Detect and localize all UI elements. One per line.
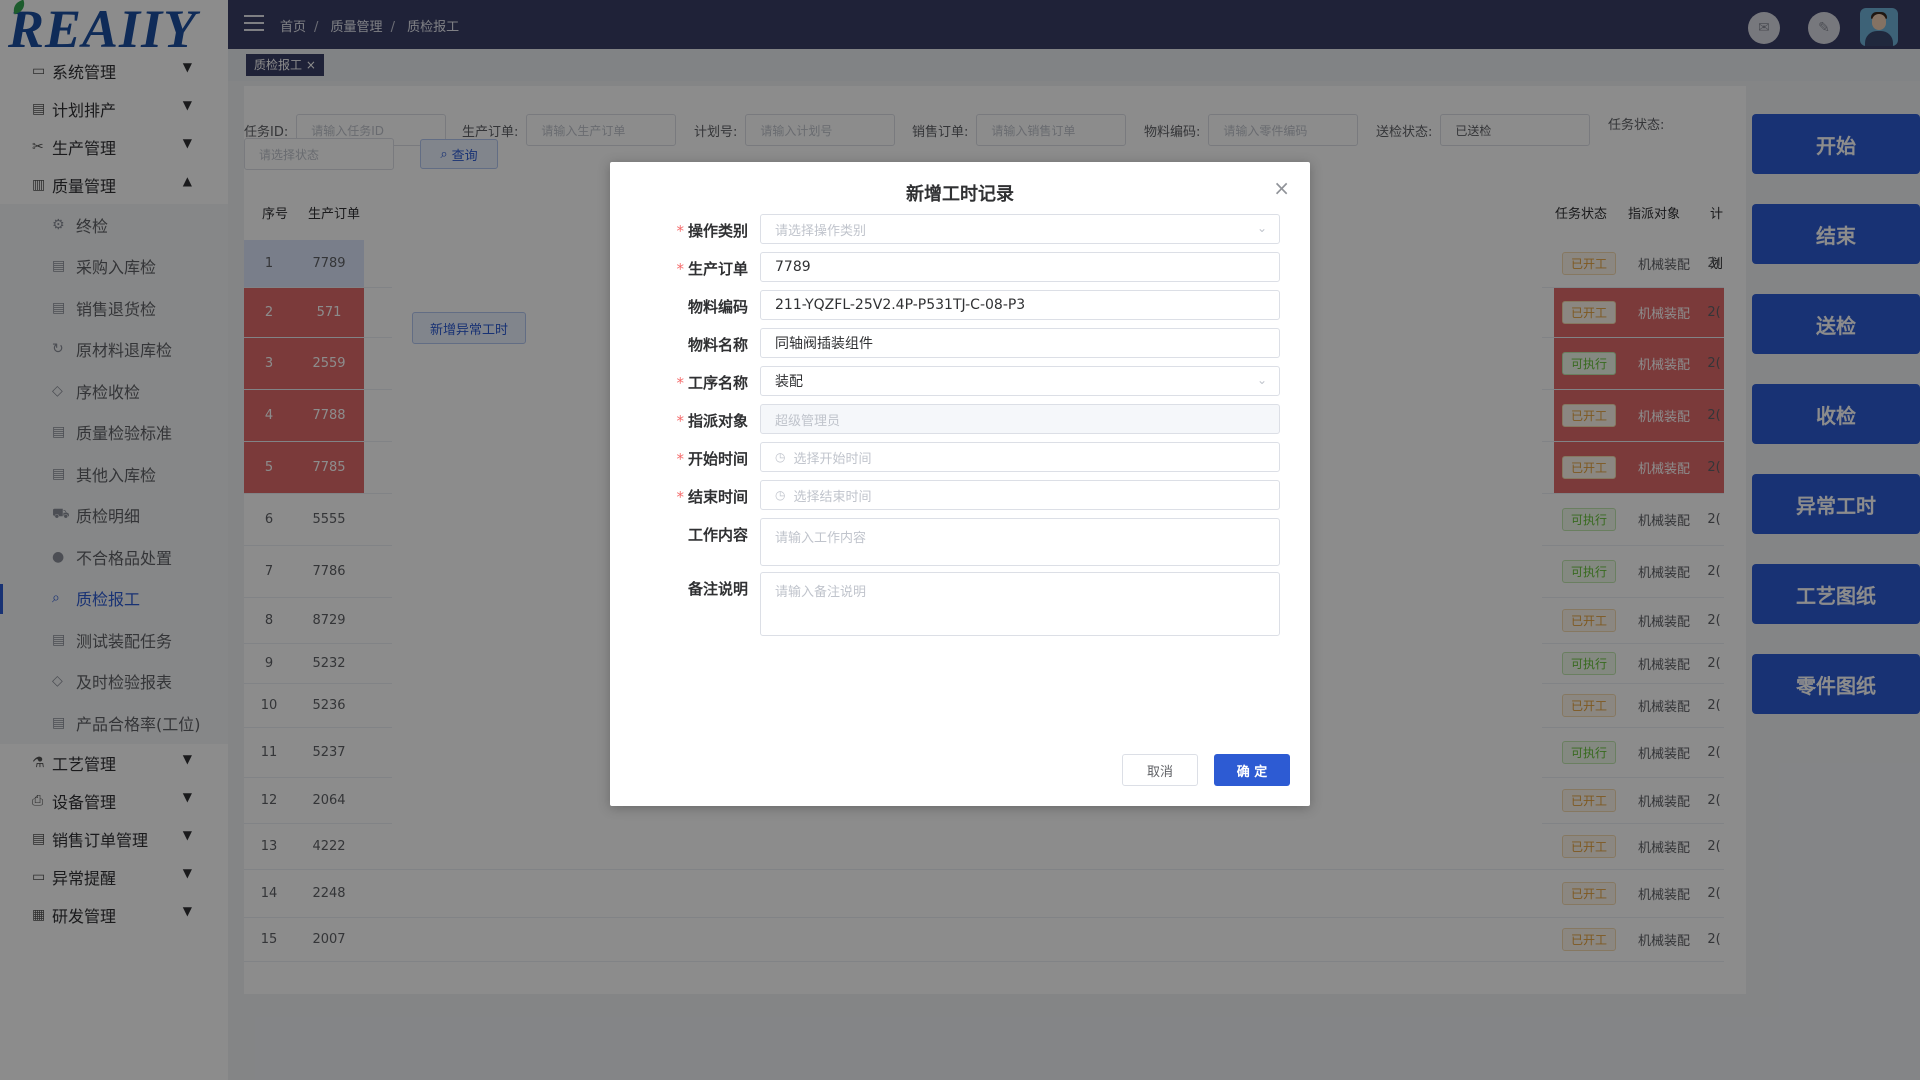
clock-icon: ◷ bbox=[775, 488, 786, 502]
cancel-button[interactable]: 取消 bbox=[1122, 754, 1198, 786]
field-select-4[interactable]: 装配 ⌄ bbox=[760, 366, 1280, 396]
chevron-down-icon: ⌄ bbox=[1256, 221, 1267, 235]
field-input-1[interactable]: 7789 bbox=[760, 252, 1280, 282]
field-date-7[interactable]: ◷ 选择结束时间 bbox=[760, 480, 1280, 510]
field-textarea-8[interactable]: 请输入工作内容 bbox=[760, 518, 1280, 566]
field-label: * 开始时间 bbox=[676, 450, 748, 468]
field-label: * 结束时间 bbox=[676, 488, 748, 506]
field-input-3[interactable]: 同轴阀插装组件 bbox=[760, 328, 1280, 358]
field-label: * 操作类别 bbox=[676, 222, 748, 240]
field-select-0[interactable]: 请选择操作类别 ⌄ bbox=[760, 214, 1280, 244]
field-label: * 指派对象 bbox=[676, 412, 748, 430]
field-label: 备注说明 bbox=[687, 580, 748, 598]
field-label: * 工序名称 bbox=[676, 374, 748, 392]
field-date-6[interactable]: ◷ 选择开始时间 bbox=[760, 442, 1280, 472]
clock-icon: ◷ bbox=[775, 450, 786, 464]
add-hours-dialog: 新增工时记录 × * 操作类别 请选择操作类别 ⌄ * 生产订单 7789 物料编码 211-Y… bbox=[610, 162, 1310, 806]
field-input-2[interactable]: 211-YQZFL-25V2.4P-P531TJ-C-08-P3 bbox=[760, 290, 1280, 320]
field-label: 物料编码 bbox=[687, 298, 748, 316]
dialog-title: 新增工时记录 bbox=[906, 184, 1014, 205]
close-icon[interactable]: × bbox=[1273, 176, 1290, 200]
field-disabled-5: 超级管理员 bbox=[760, 404, 1280, 434]
field-label: 物料名称 bbox=[687, 336, 748, 354]
field-label: 工作内容 bbox=[687, 526, 748, 544]
chevron-down-icon: ⌄ bbox=[1256, 373, 1267, 387]
confirm-button[interactable]: 确 定 bbox=[1214, 754, 1290, 786]
field-textarea-9[interactable]: 请输入备注说明 bbox=[760, 572, 1280, 636]
field-label: * 生产订单 bbox=[676, 260, 748, 278]
